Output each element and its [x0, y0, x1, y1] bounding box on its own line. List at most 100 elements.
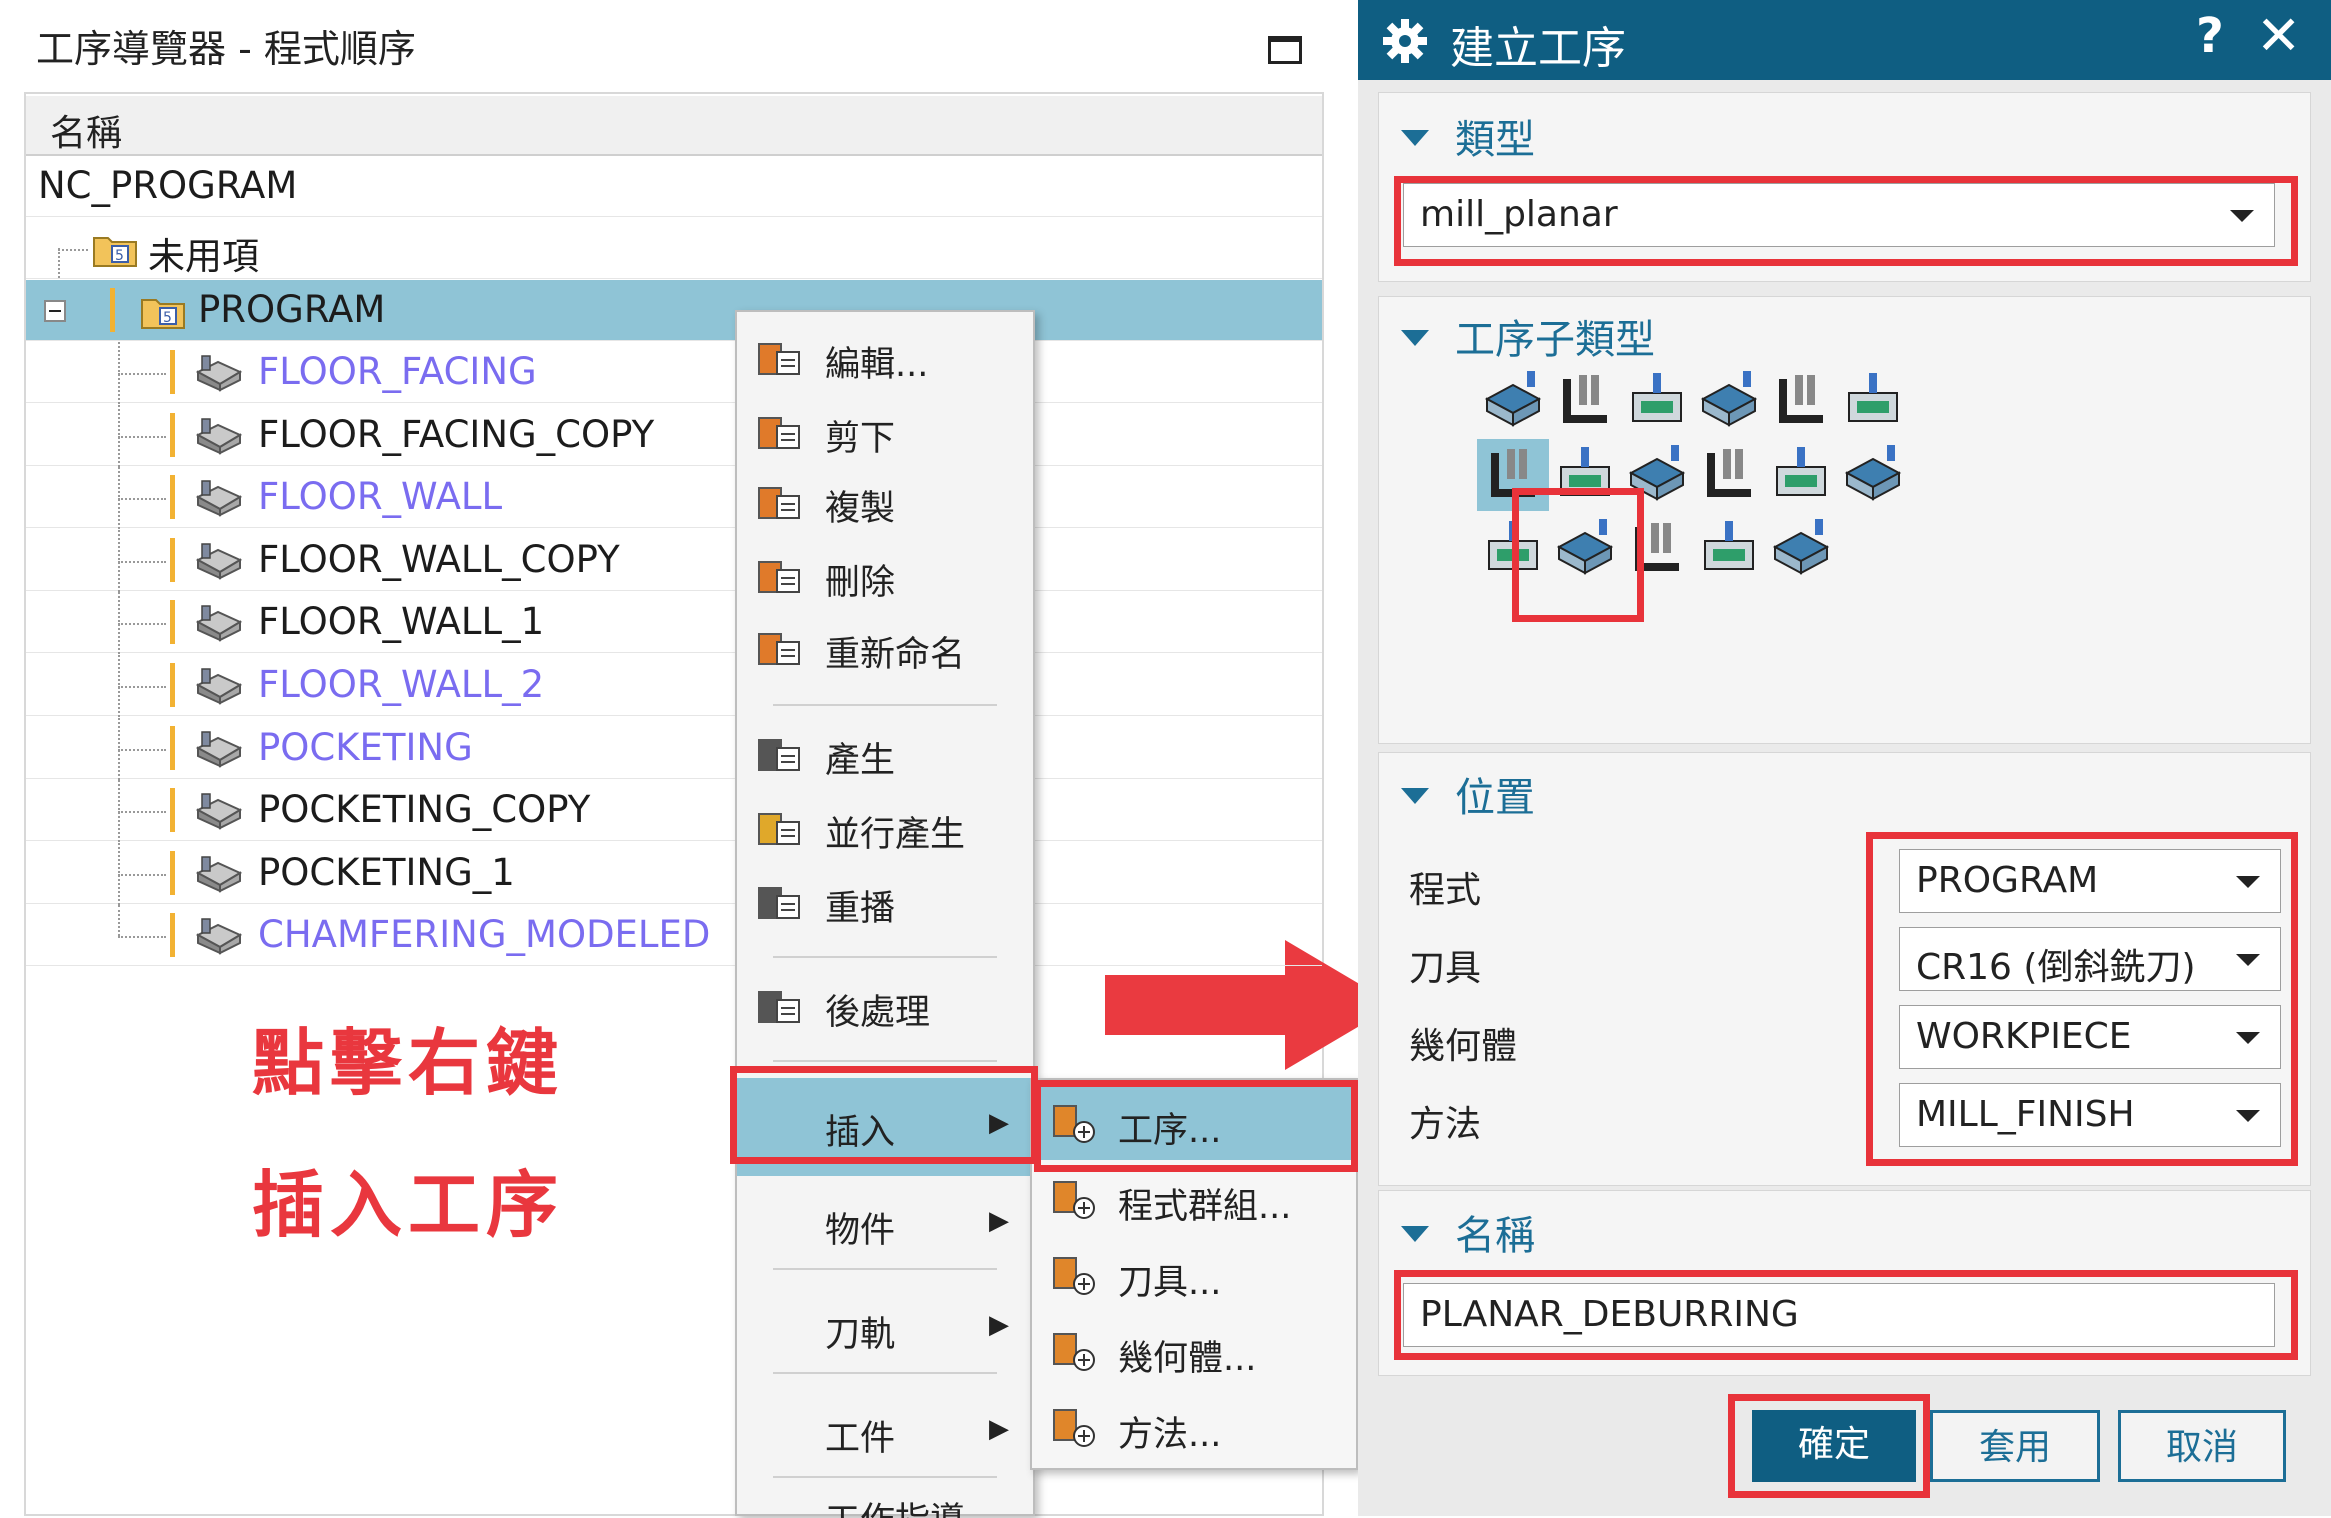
type-select[interactable]: mill_planar: [1403, 183, 2275, 247]
slot-icon[interactable]: [1693, 439, 1765, 511]
maximize-icon[interactable]: [1268, 36, 1302, 64]
menu-item-object[interactable]: 物件 ▶: [737, 1188, 1033, 1260]
tree-row-operation[interactable]: FLOOR_WALL_COPY: [26, 530, 1322, 592]
menu-item-postprocess[interactable]: 後處理: [737, 974, 1033, 1038]
tree-line: [118, 498, 166, 500]
cancel-button[interactable]: 取消: [2118, 1410, 2286, 1482]
tree-line: [58, 248, 60, 278]
tool-change-icon[interactable]: [1621, 513, 1693, 585]
status-bar: [170, 600, 175, 644]
dialog-title: 建立工序: [1450, 23, 1626, 74]
tree-row-unused[interactable]: 5 未用項: [26, 218, 1322, 279]
menu-item-parallel-generate[interactable]: 並行產生: [737, 796, 1033, 860]
dropdown-arrow-icon: [2230, 210, 2254, 222]
mill-cut-icon[interactable]: [1477, 513, 1549, 585]
status-bar: [170, 350, 175, 394]
floor-wall-icon[interactable]: [1477, 365, 1549, 437]
program-group-icon: [1053, 1181, 1095, 1219]
tree-row-operation[interactable]: FLOOR_WALL_2: [26, 655, 1322, 717]
geometry-select[interactable]: WORKPIECE: [1899, 1005, 2281, 1069]
submenu-item-operation[interactable]: 工序...: [1032, 1084, 1356, 1160]
subtype-section-header[interactable]: 工序子類型: [1401, 307, 1655, 365]
tree-row-operation[interactable]: POCKETING_1: [26, 843, 1322, 905]
profile-icon[interactable]: [1765, 439, 1837, 511]
collapse-icon[interactable]: [44, 300, 66, 322]
subtype-group: 工序子類型: [1378, 296, 2311, 744]
name-section-header[interactable]: 名稱: [1401, 1203, 1535, 1261]
apply-button[interactable]: 套用: [1930, 1410, 2100, 1482]
status-bar: [170, 851, 175, 895]
menu-separator: [773, 1372, 997, 1374]
name-input[interactable]: PLANAR_DEBURRING: [1403, 1283, 2275, 1347]
tree-row-operation[interactable]: FLOOR_WALL_1: [26, 592, 1322, 654]
tree-line: [118, 749, 166, 751]
menu-item-insert[interactable]: 插入 ▶: [737, 1078, 1033, 1176]
thread-icon[interactable]: [1621, 439, 1693, 511]
submenu-arrow-icon: ▶: [989, 1310, 1009, 1340]
menu-label: 插入: [825, 1113, 896, 1153]
tree-row-operation[interactable]: POCKETING: [26, 718, 1322, 780]
text-engrave-icon[interactable]: [1549, 513, 1621, 585]
status-bar: [170, 788, 175, 832]
tree-line: [118, 686, 166, 688]
tree-row-operation[interactable]: FLOOR_FACING: [26, 342, 1322, 404]
operation-label: POCKETING: [258, 726, 473, 769]
dropdown-arrow-icon: [2236, 876, 2260, 888]
shell-icon[interactable]: [1693, 365, 1765, 437]
wall-icon[interactable]: [1549, 365, 1621, 437]
operation-label: CHAMFERING_MODELED: [258, 913, 711, 956]
submenu-item-geometry[interactable]: 幾何體...: [1032, 1312, 1356, 1388]
menu-item-replay[interactable]: 重播: [737, 870, 1033, 934]
planar-deburring-icon[interactable]: [1477, 439, 1549, 511]
submenu-arrow-icon: ▶: [989, 1414, 1009, 1444]
program-select[interactable]: PROGRAM: [1899, 849, 2281, 913]
status-bar: [170, 726, 175, 770]
menu-label: 重新命名: [825, 635, 966, 675]
pocket-icon[interactable]: [1765, 365, 1837, 437]
name-value: PLANAR_DEBURRING: [1420, 1294, 1799, 1335]
submenu-arrow-icon: ▶: [989, 1108, 1009, 1138]
tree-row-operation[interactable]: CHAMFERING_MODELED: [26, 905, 1322, 966]
status-bar: [170, 538, 175, 582]
tree-row-operation[interactable]: FLOOR_WALL: [26, 467, 1322, 529]
submenu-item-tool[interactable]: 刀具...: [1032, 1236, 1356, 1312]
operation-label: FLOOR_FACING: [258, 350, 537, 393]
menu-item-edit[interactable]: 編輯...: [737, 326, 1033, 390]
menu-item-delete[interactable]: 刪除: [737, 544, 1033, 608]
tool-select[interactable]: CR16 (倒斜銑刀): [1899, 927, 2281, 991]
parallel-generate-icon: [758, 813, 800, 845]
menu-item-toolpath[interactable]: 刀軌 ▶: [737, 1292, 1033, 1364]
tree-row-operation[interactable]: FLOOR_FACING_COPY: [26, 405, 1322, 467]
menu-item-workpiece[interactable]: 工件 ▶: [737, 1396, 1033, 1468]
help-icon[interactable]: ?: [2196, 8, 2224, 64]
step-icon[interactable]: [1837, 439, 1909, 511]
tree-row-root[interactable]: NC_PROGRAM: [26, 156, 1322, 217]
collapse-triangle-icon: [1401, 1226, 1429, 1242]
submenu-item-program-group[interactable]: 程式群組...: [1032, 1160, 1356, 1236]
machine-control-icon[interactable]: [1693, 513, 1765, 585]
ok-button[interactable]: 確定: [1752, 1410, 1916, 1482]
tree-row-operation[interactable]: POCKETING_COPY: [26, 780, 1322, 842]
corner-icon[interactable]: [1549, 439, 1621, 511]
close-icon[interactable]: ✕: [2256, 4, 2301, 67]
location-section-header[interactable]: 位置: [1401, 765, 1535, 823]
column-header-name[interactable]: 名稱: [26, 96, 1322, 156]
top-face-icon[interactable]: [1837, 365, 1909, 437]
type-section-header[interactable]: 類型: [1401, 107, 1535, 165]
submenu-label: 刀具...: [1118, 1263, 1222, 1303]
menu-item-rename[interactable]: 重新命名: [737, 616, 1033, 680]
submenu-label: 程式群組...: [1118, 1187, 1292, 1227]
operation-icon: [195, 543, 243, 580]
face-icon[interactable]: [1621, 365, 1693, 437]
menu-label: 並行產生: [825, 815, 966, 855]
menu-item-work-instruction[interactable]: 工作指導: [737, 1494, 1033, 1518]
status-bar: [170, 913, 175, 957]
menu-item-copy[interactable]: 複製: [737, 470, 1033, 534]
menu-item-generate[interactable]: 產生: [737, 722, 1033, 786]
method-select[interactable]: MILL_FINISH: [1899, 1083, 2281, 1147]
menu-item-cut[interactable]: 剪下: [737, 400, 1033, 464]
tree-row-program[interactable]: 5 PROGRAM: [26, 280, 1322, 341]
user-defined-icon[interactable]: [1765, 513, 1837, 585]
submenu-item-method[interactable]: 方法...: [1032, 1388, 1356, 1464]
collapse-triangle-icon: [1401, 330, 1429, 346]
